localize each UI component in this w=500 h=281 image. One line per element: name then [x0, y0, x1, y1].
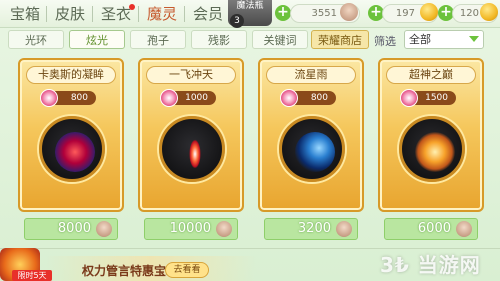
magic-bottle-count: 3 [230, 14, 244, 28]
item-card[interactable]: 卡奥斯的凝眸 800 [18, 58, 124, 212]
item-cost: 1000 [160, 89, 216, 107]
buy-button[interactable]: 10000 [144, 218, 238, 240]
coin-icon [480, 3, 498, 21]
item-card[interactable]: 超神之巅 1500 [378, 58, 484, 212]
buy-button[interactable]: 3200 [264, 218, 358, 240]
item-preview [399, 116, 465, 182]
top-tab-bar: 宝箱 皮肤 圣衣 魔灵 会员 魔法瓶 3 + 3551 + 197 + 120 [0, 0, 500, 28]
subtab-keyword[interactable]: 关键词 [252, 30, 308, 49]
tab-divider [184, 6, 185, 22]
item-card[interactable]: 一飞冲天 1000 [138, 58, 244, 212]
item-preview [159, 116, 225, 182]
subtab-glory-shop[interactable]: 荣耀商店 [311, 30, 369, 49]
item-cost: 800 [40, 89, 96, 107]
watermark: 3₺ 当游网 [380, 253, 481, 277]
subtab-halo[interactable]: 光环 [8, 30, 64, 49]
item-cost: 1500 [400, 89, 456, 107]
tab-divider [46, 6, 47, 22]
chevron-down-icon [469, 36, 479, 42]
coin-icon [420, 3, 438, 21]
buy-button[interactable]: 6000 [384, 218, 478, 240]
promo-tag: 限时5天 [12, 270, 52, 281]
subtab-spore[interactable]: 孢子 [130, 30, 186, 49]
add-currency-button[interactable]: + [275, 5, 291, 21]
swirl-currency-icon [400, 89, 418, 107]
item-name: 流星雨 [266, 66, 356, 84]
go-see-button[interactable]: 去看看 [165, 262, 209, 278]
tab-skins[interactable]: 皮肤 [51, 3, 89, 25]
item-preview [279, 116, 345, 182]
tab-divider [92, 6, 93, 22]
filter-dropdown[interactable]: 全部 [404, 30, 484, 49]
notification-dot [129, 4, 135, 10]
item-name: 卡奥斯的凝眸 [26, 66, 116, 84]
swirl-currency-icon [160, 89, 178, 107]
swirl-currency-icon [40, 89, 58, 107]
buy-button[interactable]: 8000 [24, 218, 118, 240]
tab-divider [138, 6, 139, 22]
item-cost: 800 [280, 89, 336, 107]
tab-magic-spirit[interactable]: 魔灵 [143, 3, 181, 25]
tab-treasure[interactable]: 宝箱 [6, 3, 44, 25]
promo-text: 权力管言特惠宝箱 [82, 264, 179, 278]
effect-preview-icon [295, 132, 335, 172]
tab-membership[interactable]: 会员 [189, 3, 227, 25]
subtab-afterimage[interactable]: 残影 [191, 30, 247, 49]
item-preview [39, 116, 105, 182]
face-icon [216, 221, 232, 237]
face-icon [340, 3, 358, 21]
swirl-currency-icon [280, 89, 298, 107]
subtab-dazzle[interactable]: 炫光 [69, 30, 125, 49]
item-card[interactable]: 流星雨 800 [258, 58, 364, 212]
tab-holy-cloth[interactable]: 圣衣 [97, 3, 135, 25]
face-icon [456, 221, 472, 237]
effect-preview-icon [415, 132, 455, 172]
face-icon [336, 221, 352, 237]
effect-preview-icon [175, 132, 215, 172]
face-icon [96, 221, 112, 237]
item-name: 一飞冲天 [146, 66, 236, 84]
item-name: 超神之巅 [386, 66, 476, 84]
effect-preview-icon [55, 132, 95, 172]
filter-label: 筛选 [374, 35, 396, 48]
